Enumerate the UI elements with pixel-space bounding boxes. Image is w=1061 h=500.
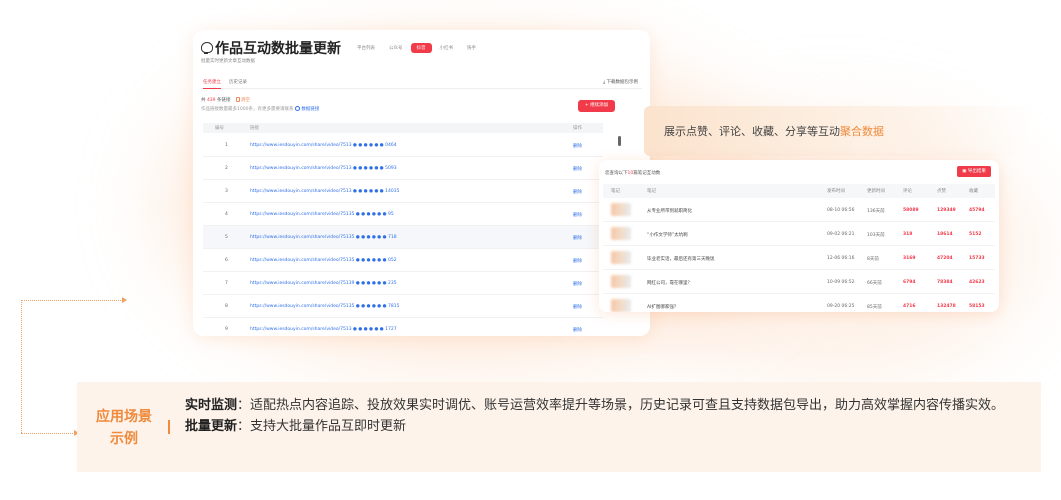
thumbnail-image — [611, 299, 631, 312]
header-action: 操作 — [573, 126, 582, 131]
result-row: AI扩图哪家强？ 09-20 06:25 85天前 4716 132478 58… — [603, 294, 995, 312]
scrollbar[interactable] — [618, 136, 621, 146]
page-title: 作品互动数批量更新 — [215, 41, 341, 57]
platform-tab-list[interactable]: 平台列表 — [351, 43, 381, 53]
delete-link[interactable]: 删除 — [573, 258, 582, 264]
table-row: 9 https://www.iesdouyin.com/share/video/7… — [203, 318, 603, 336]
scenario-divider — [168, 420, 170, 434]
platform-tab-xiaohongshu[interactable]: 小红书 — [434, 43, 460, 53]
link-count-value: 439 — [206, 98, 216, 103]
row-url[interactable]: https://www.iesdouyin.com/share/video/75… — [250, 212, 394, 217]
download-sample-link[interactable]: ⤓ 下载数据包示例 — [603, 79, 638, 85]
table-row: 4 https://www.iesdouyin.com/share/video/7… — [203, 203, 603, 226]
scenario-label: 应用场景 示例 — [96, 409, 152, 447]
scenario-item-batch: 批量更新：支持大批量作品互即时更新 — [185, 419, 407, 434]
tab-create-task[interactable]: 任务建立 — [203, 79, 221, 89]
table-row: 6 https://www.iesdouyin.com/share/video/7… — [203, 249, 603, 272]
tab-bar: 任务建立 历史记录 ⤓ 下载数据包示例 — [201, 77, 642, 89]
export-button[interactable]: ▣ 导出结果 — [957, 166, 991, 177]
delete-link[interactable]: 删除 — [573, 327, 582, 333]
row-url[interactable]: https://www.iesdouyin.com/share/video/75… — [250, 304, 399, 309]
row-url[interactable]: https://www.iesdouyin.com/share/video/75… — [250, 327, 397, 332]
table-row: 2 https://www.iesdouyin.com/share/video/7… — [203, 157, 603, 180]
callout-highlight: 聚合数据 — [840, 125, 884, 138]
limit-notice: 作品链接数量最多1000条，有更多需要请联系 数据链接 — [201, 106, 320, 112]
header-link: 链接 — [250, 126, 259, 131]
title-row: 作品互动数批量更新 平台列表 公众号 抖音 小红书 快手 — [201, 38, 482, 58]
platform-tab-douyin[interactable]: 抖音 — [410, 43, 432, 53]
arrow-right-icon — [122, 297, 127, 303]
continue-add-button[interactable]: + 继续添加 — [578, 100, 615, 112]
table-row: 8 https://www.iesdouyin.com/share/video/7… — [203, 295, 603, 318]
result-row: 毕业老实话，最后还有第三天晚饭 12-06 06:16 8天前 3169 472… — [603, 246, 995, 270]
feature-callout: 展示点赞、评论、收藏、分享等互动聚合数据 — [644, 106, 1034, 156]
tab-history[interactable]: 历史记录 — [229, 79, 247, 85]
result-row: “小作文学师”太坑啊 09-02 06:21 103天前 318 18614 5… — [603, 222, 995, 246]
header-num: 编号 — [215, 126, 224, 131]
connector-line-bottom — [21, 433, 77, 434]
trash-icon — [235, 97, 240, 102]
table-row: 5 https://www.iesdouyin.com/share/video/7… — [203, 226, 603, 249]
delete-link[interactable]: 删除 — [573, 212, 582, 218]
thumbnail-image — [611, 251, 631, 264]
row-url[interactable]: https://www.iesdouyin.com/share/video/75… — [250, 166, 397, 171]
result-row: 网红公司，靠在哪里？ 10-09 06:52 66天前 6794 78384 4… — [603, 270, 995, 294]
callout-text: 展示点赞、评论、收藏、分享等互动聚合数据 — [664, 125, 884, 138]
delete-link[interactable]: 删除 — [573, 143, 582, 149]
clear-button[interactable]: 清空 — [235, 97, 250, 103]
delete-link[interactable]: 删除 — [573, 189, 582, 195]
delete-link[interactable]: 删除 — [573, 166, 582, 172]
platform-tab-kuaishou[interactable]: 快手 — [461, 43, 482, 53]
search-icon — [294, 106, 300, 111]
row-url[interactable]: https://www.iesdouyin.com/share/video/75… — [250, 281, 397, 286]
platform-tab-wechat[interactable]: 公众号 — [383, 43, 409, 53]
thumbnail-image — [611, 227, 631, 240]
page-subtitle: 批量实时更新文章互动数据 — [201, 59, 255, 64]
delete-link[interactable]: 删除 — [573, 304, 582, 310]
table-row: 3 https://www.iesdouyin.com/share/video/7… — [203, 180, 603, 203]
row-url[interactable]: https://www.iesdouyin.com/share/video/75… — [250, 143, 397, 148]
thumbnail-image — [611, 275, 631, 288]
delete-link[interactable]: 删除 — [573, 235, 582, 241]
batch-update-window: 作品互动数批量更新 平台列表 公众号 抖音 小红书 快手 批量实时更新文章互动数… — [193, 30, 650, 336]
thumbnail-image — [611, 203, 631, 216]
data-link[interactable]: 数据链接 — [301, 107, 319, 112]
table-row: 7 https://www.iesdouyin.com/share/video/7… — [203, 272, 603, 295]
connector-line-top — [21, 300, 125, 301]
result-card: 您查询以下10篇笔记互动数 ▣ 导出结果 笔记 笔记 发布时间 更新时间 评论 … — [599, 160, 999, 312]
result-summary: 您查询以下10篇笔记互动数 — [605, 171, 661, 176]
row-url[interactable]: https://www.iesdouyin.com/share/video/75… — [250, 235, 397, 240]
delete-link[interactable]: 删除 — [573, 281, 582, 287]
result-table-header: 笔记 笔记 发布时间 更新时间 评论 点赞 收藏 — [603, 184, 995, 198]
result-row: 从专业所带到就职简化 08-10 06:56 136天前 58089 12934… — [603, 198, 995, 222]
table-header: 编号 链接 操作 — [203, 123, 603, 133]
table-row: 1 https://www.iesdouyin.com/share/video/7… — [203, 134, 603, 157]
link-count: 共 439 条链接 清空 — [201, 97, 250, 103]
scenario-item-realtime: 实时监测：适配热点内容追踪、投放效果实时调优、账号运营效率提升等场景，历史记录可… — [185, 398, 1005, 413]
lightbulb-icon — [201, 41, 213, 55]
row-url[interactable]: https://www.iesdouyin.com/share/video/75… — [250, 258, 397, 263]
platform-tabs: 平台列表 公众号 抖音 小红书 快手 — [351, 43, 482, 53]
scenario-text: 实时监测：适配热点内容追踪、投放效果实时调优、账号运营效率提升等场景，历史记录可… — [185, 395, 1035, 437]
row-url[interactable]: https://www.iesdouyin.com/share/video/75… — [250, 189, 399, 194]
connector-line — [21, 300, 22, 433]
